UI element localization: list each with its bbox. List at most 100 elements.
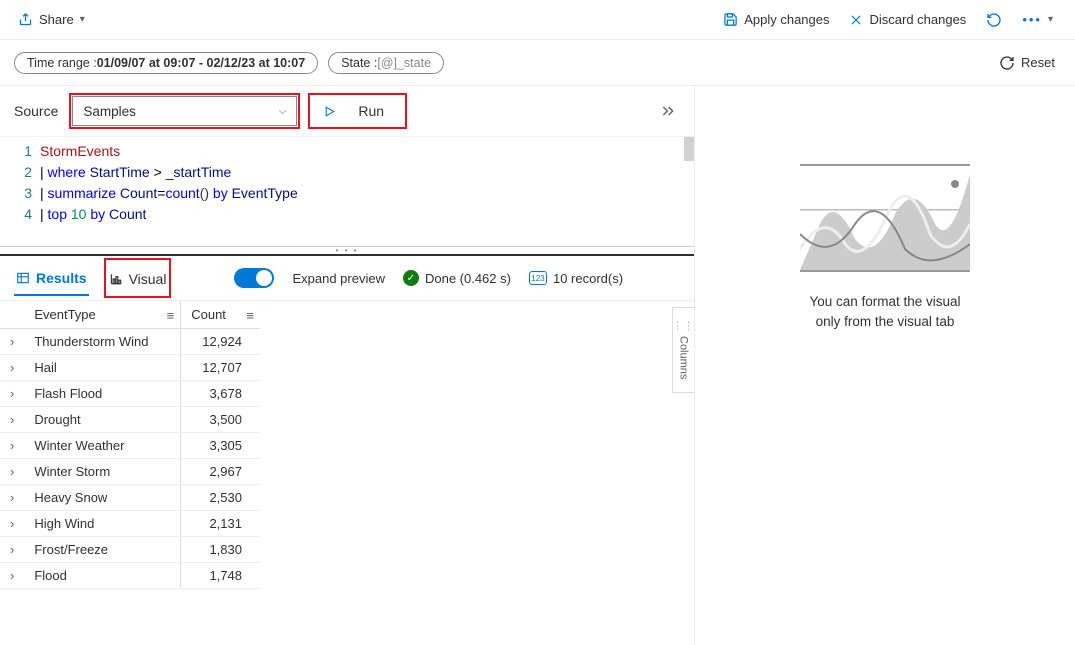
row-expander[interactable] [0,563,24,589]
cell-event-type: Winter Weather [24,433,180,459]
cell-event-type: Flood [24,563,180,589]
row-expander[interactable] [0,433,24,459]
time-range-value: 01/09/07 at 09:07 - 02/12/23 at 10:07 [97,56,305,70]
cell-event-type: Winter Storm [24,459,180,485]
table-row[interactable]: Frost/Freeze1,830 [0,537,260,563]
expander-header [0,301,24,329]
check-icon: ✓ [403,270,419,286]
results-table-wrap: EventType ≡ Count ≡ Thunderstorm Wind12,… [0,300,694,645]
query-editor[interactable]: 1234 StormEvents| where StartTime > _sta… [0,136,694,246]
grip-icon: ⋮⋮ [673,321,695,332]
filter-bar: Time range : 01/09/07 at 09:07 - 02/12/2… [0,40,1075,86]
table-row[interactable]: Winter Weather3,305 [0,433,260,459]
time-range-label: Time range : [27,56,97,70]
status-done: ✓ Done (0.462 s) [403,270,511,286]
pane-resize-handle[interactable]: • • • [0,246,694,256]
apply-changes-button[interactable]: Apply changes [713,8,839,31]
format-visual-pane: You can format the visual only from the … [695,86,1075,645]
discard-changes-button[interactable]: Discard changes [839,8,976,31]
cell-count: 3,678 [181,381,260,407]
chevron-down-icon: ⌵ [279,106,287,117]
col-menu-icon[interactable]: ≡ [246,308,254,323]
row-expander[interactable] [0,537,24,563]
collapse-right-pane-button[interactable] [656,99,680,123]
run-button[interactable]: Run [311,96,404,126]
expand-preview-label: Expand preview [292,271,385,286]
close-icon [849,13,863,27]
cell-count: 12,924 [181,329,260,355]
cell-count: 2,967 [181,459,260,485]
top-toolbar: Share ▾ Apply changes Discard changes ••… [0,0,1075,40]
run-label: Run [358,103,384,119]
cell-count: 12,707 [181,355,260,381]
share-label: Share [39,12,74,27]
save-icon [723,12,738,27]
cell-count: 1,830 [181,537,260,563]
row-expander[interactable] [0,381,24,407]
source-selected: Samples [83,104,136,119]
record-count: 123 10 record(s) [529,271,623,286]
table-icon [16,271,30,285]
share-button[interactable]: Share ▾ [12,8,91,31]
table-row[interactable]: Drought3,500 [0,407,260,433]
tab-results-label: Results [36,270,87,286]
apply-changes-label: Apply changes [744,12,829,27]
cell-event-type: Thunderstorm Wind [24,329,180,355]
row-expander[interactable] [0,329,24,355]
refresh-button[interactable] [976,8,1012,32]
table-row[interactable]: Winter Storm2,967 [0,459,260,485]
cell-event-type: Flash Flood [24,381,180,407]
table-row[interactable]: Flood1,748 [0,563,260,589]
table-row[interactable]: Flash Flood3,678 [0,381,260,407]
table-row[interactable]: Thunderstorm Wind12,924 [0,329,260,355]
record-icon: 123 [529,271,547,285]
state-label: State : [341,56,377,70]
columns-label: Columns [678,336,690,379]
reset-icon [999,55,1015,71]
reset-label: Reset [1021,55,1055,70]
editor-gutter: 1234 [0,137,40,246]
editor-scrollbar[interactable] [684,137,694,161]
expand-preview-toggle[interactable] [234,268,274,288]
more-icon: ••• [1022,12,1042,27]
table-row[interactable]: High Wind2,131 [0,511,260,537]
editor-code[interactable]: StormEvents| where StartTime > _startTim… [40,137,694,246]
cell-count: 2,131 [181,511,260,537]
source-select[interactable]: Samples ⌵ [72,96,297,126]
columns-panel-toggle[interactable]: ⋮⋮ Columns [672,307,694,393]
col-menu-icon[interactable]: ≡ [167,308,175,323]
cell-count: 2,530 [181,485,260,511]
source-row: Source Samples ⌵ Run [0,86,694,136]
source-label: Source [14,103,58,119]
row-expander[interactable] [0,511,24,537]
row-expander[interactable] [0,355,24,381]
tab-visual-label: Visual [129,271,167,287]
time-range-pill[interactable]: Time range : 01/09/07 at 09:07 - 02/12/2… [14,52,318,74]
cell-event-type: Hail [24,355,180,381]
discard-changes-label: Discard changes [869,12,966,27]
chevron-down-icon: ▾ [1048,14,1053,25]
row-expander[interactable] [0,485,24,511]
chart-icon [109,272,123,286]
chevron-down-icon: ▾ [80,14,85,25]
col-count[interactable]: Count ≡ [181,301,260,329]
format-visual-info: You can format the visual only from the … [809,292,960,333]
tab-visual[interactable]: Visual [107,261,169,295]
row-expander[interactable] [0,459,24,485]
status-done-label: Done (0.462 s) [425,271,511,286]
cell-count: 1,748 [181,563,260,589]
cell-event-type: Heavy Snow [24,485,180,511]
reset-button[interactable]: Reset [993,51,1061,75]
cell-event-type: Drought [24,407,180,433]
col-event-type[interactable]: EventType ≡ [24,301,180,329]
cell-event-type: High Wind [24,511,180,537]
table-row[interactable]: Heavy Snow2,530 [0,485,260,511]
state-pill[interactable]: State : [@]_state [328,52,444,74]
record-count-label: 10 record(s) [553,271,623,286]
row-expander[interactable] [0,407,24,433]
table-row[interactable]: Hail12,707 [0,355,260,381]
refresh-icon [986,12,1002,28]
tab-results[interactable]: Results [14,260,89,296]
more-button[interactable]: ••• ▾ [1012,8,1063,31]
chart-placeholder-icon [800,154,970,274]
